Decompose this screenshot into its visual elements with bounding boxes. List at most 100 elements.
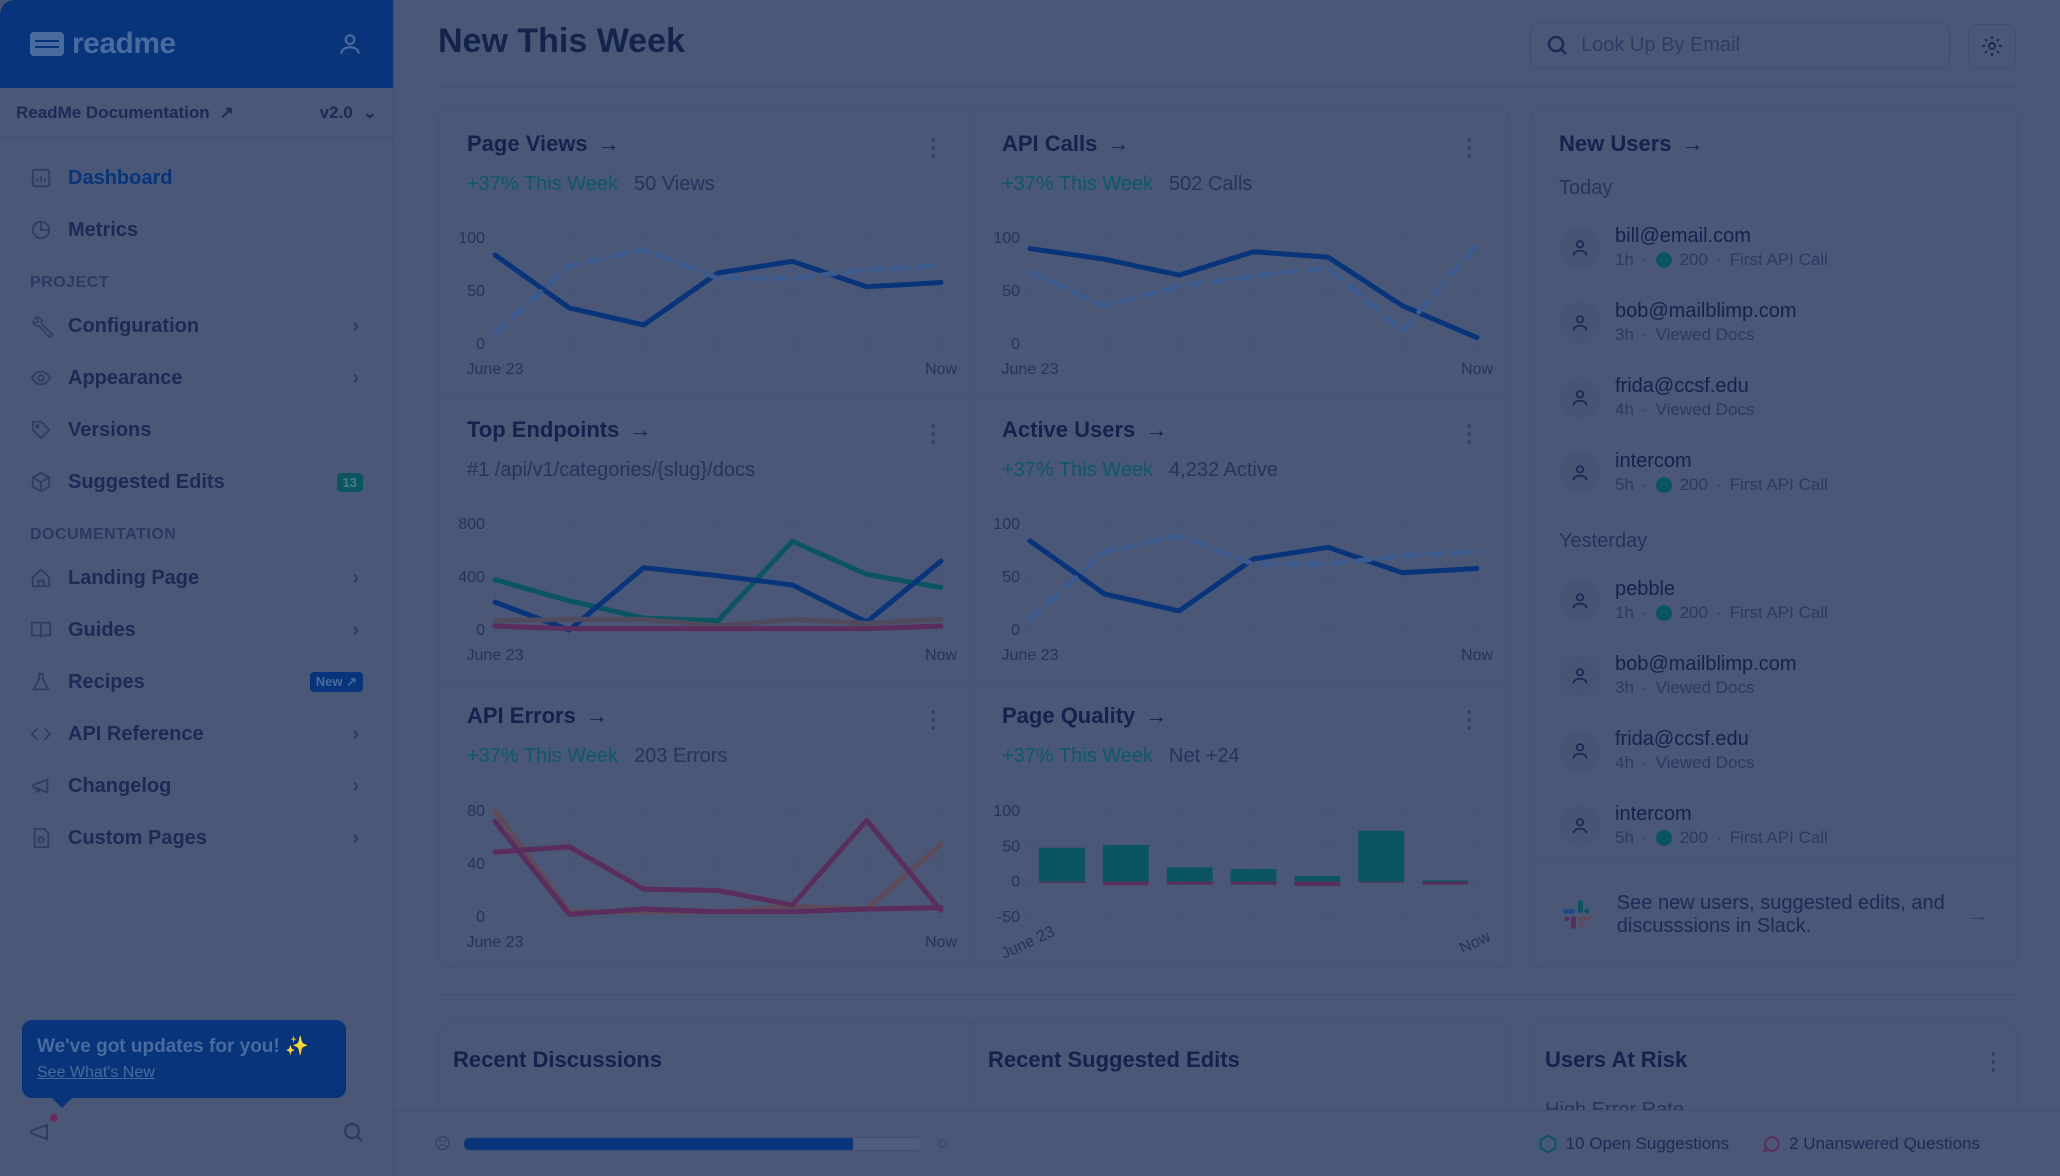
bar [1102, 881, 1149, 886]
card-title: API Errors [467, 703, 576, 728]
email-search[interactable]: Look Up By Email [1530, 22, 1950, 68]
user-list-item[interactable]: bob@mailblimp.com 3h · Viewed Docs [1531, 638, 2017, 713]
y-tick-label: 0 [1011, 622, 1020, 639]
day-label: Yesterday [1559, 530, 1648, 552]
project-selector[interactable]: ReadMe Documentation ↗ v2.0 ⌄ [0, 88, 393, 138]
more-options-icon[interactable]: · · · [1990, 1045, 1997, 1081]
logo[interactable]: readme [30, 27, 176, 61]
user-list-item[interactable]: bill@email.com 1h · 200 · First API Call [1531, 210, 2017, 285]
arrow-right-icon: → [1107, 131, 1130, 156]
action-label: First API Call [1729, 250, 1828, 269]
sad-face-icon[interactable]: ☹ [434, 1134, 451, 1154]
avatar [1559, 301, 1601, 344]
change-label: +37% This Week [1002, 745, 1154, 767]
search-input[interactable]: Look Up By Email [1581, 34, 1740, 57]
user-list-item[interactable]: frida@ccsf.edu 4h · Viewed Docs [1531, 360, 2017, 435]
user-groups: Today bill@email.com 1h · 200 · First API Call… [1531, 157, 2017, 863]
sidebar-item-appearance[interactable]: Appearance › [0, 352, 393, 404]
progress-fill [463, 1137, 853, 1150]
unanswered-questions-link[interactable]: 2 Unanswered Questions [1761, 1134, 1980, 1154]
card-title-link[interactable]: Page Views → [467, 131, 945, 157]
sidebar-item-versions[interactable]: Versions [0, 404, 393, 456]
version-selector[interactable]: v2.0 ⌄ [320, 103, 377, 123]
page-views-chart: 0 50 100 June 23 Now [455, 230, 957, 380]
search-icon[interactable] [341, 1120, 365, 1144]
more-options-icon[interactable]: · · · [930, 131, 937, 167]
external-link-icon: ↗ [219, 102, 234, 122]
sidebar-item-custom-pages[interactable]: Custom Pages › [0, 812, 393, 864]
card-top-endpoints: Top Endpoints → · · · #1 /api/v1/categories… [439, 395, 974, 681]
happy-face-icon[interactable]: ☺ [935, 1135, 951, 1153]
open-suggestions-link[interactable]: 10 Open Suggestions [1538, 1133, 1730, 1154]
box-icon [1539, 1133, 1557, 1154]
y-tick-label: 100 [993, 230, 1020, 247]
card-title-link[interactable]: API Errors → [467, 703, 945, 729]
sidebar-item-label: Suggested Edits [68, 470, 225, 493]
sidebar-item-suggested-edits[interactable]: Suggested Edits 13 [0, 456, 393, 508]
user-list-item[interactable]: frida@ccsf.edu 4h · Viewed Docs [1531, 713, 2017, 788]
megaphone-icon [30, 775, 52, 797]
more-options-icon[interactable]: · · · [1466, 417, 1473, 453]
count-badge: 13 [336, 472, 363, 492]
sidebar-item-label: Configuration [68, 314, 200, 337]
gear-icon [1982, 36, 2002, 56]
sidebar-item-recipes[interactable]: Recipes New ↗ [0, 656, 393, 708]
new-users-title-link[interactable]: New Users → [1531, 109, 2017, 157]
y-tick-label: 0 [476, 622, 485, 639]
more-options-icon[interactable]: · · · [930, 703, 937, 739]
sidebar-item-changelog[interactable]: Changelog › [0, 760, 393, 812]
y-tick-label: 50 [1002, 283, 1020, 300]
user-icon[interactable] [337, 31, 363, 57]
user-list-item[interactable]: intercom 5h · 200 · First API Call [1531, 435, 2017, 510]
more-options-icon[interactable]: · · · [1466, 131, 1473, 167]
action-label: Viewed Docs [1655, 678, 1755, 697]
user-list-item[interactable]: pebble 1h · 200 · First API Call [1531, 563, 2017, 638]
api-calls-chart: 0 50 100 June 23 Now [990, 230, 1493, 380]
value-label: 4,232 Active [1169, 459, 1278, 481]
card-title-link[interactable]: Top Endpoints → [467, 417, 945, 443]
y-tick-label: 800 [458, 516, 485, 533]
y-tick-label: 100 [993, 516, 1020, 533]
time-label: 4h [1615, 753, 1634, 772]
time-label: 5h [1615, 828, 1634, 847]
chart-svg: 0 50 100 June 23 Now [993, 516, 1493, 664]
chevron-right-icon: › [352, 618, 359, 641]
tag-icon [30, 419, 52, 441]
sidebar-item-metrics[interactable]: Metrics [0, 204, 393, 256]
time-label: 4h [1615, 400, 1634, 419]
card-title-link[interactable]: Page Quality → [1002, 703, 1481, 729]
more-options-icon[interactable]: · · · [1466, 703, 1473, 739]
bar [1422, 880, 1469, 882]
value-label: 203 Errors [634, 745, 728, 767]
notification-dot [50, 1114, 58, 1122]
separator-dot: · [1715, 603, 1722, 622]
x-tick-label: June 23 [467, 934, 524, 951]
settings-button[interactable] [1968, 24, 2016, 68]
change-label: +37% This Week [1002, 459, 1154, 481]
x-tick-label: Now [1457, 928, 1494, 957]
bar [1038, 881, 1085, 884]
sidebar-item-api-reference[interactable]: API Reference › [0, 708, 393, 760]
card-title-link[interactable]: API Calls → [1002, 131, 1481, 157]
y-tick-label: 80 [467, 803, 485, 820]
suggestions-label: 10 Open Suggestions [1565, 1133, 1730, 1153]
card-title-link[interactable]: Active Users → [1002, 417, 1481, 443]
sidebar-item-dashboard[interactable]: Dashboard [0, 152, 393, 204]
sidebar-item-landing-page[interactable]: Landing Page › [0, 552, 393, 604]
sidebar-item-guides[interactable]: Guides › [0, 604, 393, 656]
announcements-button[interactable] [28, 1114, 58, 1149]
slack-integration-link[interactable]: See new users, suggested edits, and disc… [1531, 861, 2017, 967]
x-tick-label: Now [925, 361, 957, 378]
y-tick-label: 0 [1011, 874, 1020, 891]
sidebar-item-label: Changelog [68, 774, 172, 797]
sidebar-item-configuration[interactable]: 🔧︎ Configuration › [0, 300, 393, 352]
x-tick-label: June 23 [467, 647, 524, 664]
see-whats-new-link[interactable]: See What's New [37, 1064, 331, 1082]
user-list-item[interactable]: intercom 5h · 200 · First API Call [1531, 788, 2017, 863]
action-label: Viewed Docs [1655, 400, 1755, 419]
bar [1166, 867, 1213, 882]
slack-text: See new users, suggested edits, and disc… [1616, 891, 1945, 937]
user-icon [1572, 667, 1588, 683]
user-list-item[interactable]: bob@mailblimp.com 3h · Viewed Docs [1531, 285, 2017, 360]
more-options-icon[interactable]: · · · [930, 417, 937, 453]
